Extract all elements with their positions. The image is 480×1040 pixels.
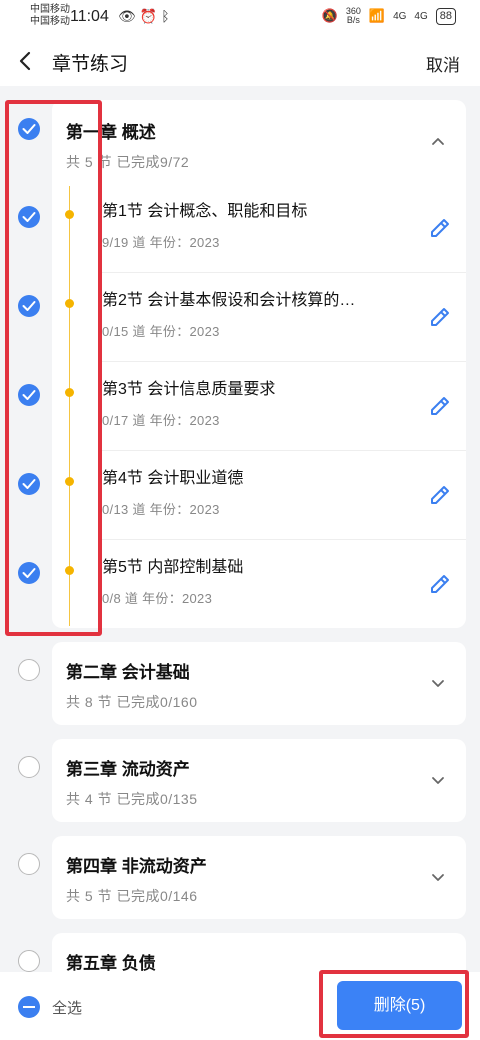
- section-row-3[interactable]: 第3节 会计信息质量要求 0/17 道 年份：2023: [52, 362, 466, 451]
- section-row-4[interactable]: 第4节 会计职业道德 0/13 道 年份：2023: [52, 451, 466, 540]
- section-title: 第1节 会计概念、职能和目标: [102, 203, 308, 220]
- section-meta: 9/19 道 年份：2023: [102, 235, 220, 250]
- select-all-icon[interactable]: [18, 996, 40, 1018]
- chapter-list: 第一章 概述 共 5 节 已完成9/72 第1节 会计概念、职能和目标 9/19…: [0, 86, 480, 972]
- carrier-2: 中国移动: [30, 16, 70, 27]
- chapter-title: 第二章 会计基础: [66, 663, 190, 682]
- page-title: 章节练习: [52, 54, 129, 75]
- signal-1: 4G: [393, 10, 407, 22]
- status-right: 🔕 360 B/s 📶 4G 4G 88: [322, 7, 456, 25]
- status-time: 11:04: [70, 8, 109, 25]
- chapter-checkbox-5[interactable]: [18, 950, 40, 972]
- highlight-annotation: [5, 100, 102, 636]
- chapter-checkbox-2[interactable]: [18, 659, 40, 681]
- carrier-1: 中国移动: [30, 4, 70, 15]
- network-speed: 360 B/s: [346, 7, 361, 25]
- chapter-title: 第四章 非流动资产: [66, 857, 207, 876]
- chapter-card-5[interactable]: 第五章 负债: [52, 933, 466, 972]
- back-arrow-icon[interactable]: [14, 49, 38, 73]
- section-title: 第5节 内部控制基础: [102, 559, 244, 576]
- mute-icon: 🔕: [321, 8, 338, 23]
- eye-icon: 👁: [118, 8, 140, 24]
- cancel-button[interactable]: 取消: [426, 51, 460, 76]
- section-row-1[interactable]: 第1节 会计概念、职能和目标 9/19 道 年份：2023: [52, 184, 466, 273]
- highlight-annotation-delete: [319, 970, 469, 1038]
- alarm-icon: ⏰: [139, 8, 162, 24]
- section-meta: 0/15 道 年份：2023: [102, 324, 220, 339]
- carrier-labels: 中国移动 中国移动: [30, 4, 70, 28]
- bluetooth-icon: ᛒ: [161, 8, 174, 24]
- section-row-2[interactable]: 第2节 会计基本假设和会计核算的… 0/15 道 年份：2023: [52, 273, 466, 362]
- section-title: 第4节 会计职业道德: [102, 470, 244, 487]
- chevron-up-icon[interactable]: [430, 134, 446, 150]
- battery-icon: 88: [435, 7, 456, 25]
- section-meta: 0/13 道 年份：2023: [102, 502, 220, 517]
- chapter-checkbox-4[interactable]: [18, 853, 40, 875]
- chapter-title: 第五章 负债: [66, 954, 156, 972]
- pencil-icon[interactable]: [428, 216, 452, 240]
- chapter-meta: 共 4 节 已完成0/135: [66, 791, 198, 807]
- section-meta: 0/17 道 年份：2023: [102, 413, 220, 428]
- chevron-down-icon[interactable]: [430, 675, 446, 691]
- status-bar: 中国移动 中国移动 11:04 👁⏰ᛒ 🔕 360 B/s 📶 4G 4G 88: [0, 0, 480, 36]
- section-title: 第3节 会计信息质量要求: [102, 381, 276, 398]
- chapter-meta: 共 5 节 已完成0/146: [66, 888, 198, 904]
- select-all-label[interactable]: 全选: [52, 997, 82, 1018]
- chevron-down-icon[interactable]: [430, 772, 446, 788]
- chapter-title: 第三章 流动资产: [66, 760, 190, 779]
- header: 章节练习 取消: [0, 36, 480, 86]
- signal-2: 4G: [414, 10, 428, 22]
- pencil-icon[interactable]: [428, 483, 452, 507]
- pencil-icon[interactable]: [428, 394, 452, 418]
- pencil-icon[interactable]: [428, 572, 452, 596]
- chapter-card-4[interactable]: 第四章 非流动资产 共 5 节 已完成0/146: [52, 836, 466, 919]
- section-row-5[interactable]: 第5节 内部控制基础 0/8 道 年份：2023: [52, 540, 466, 629]
- wifi-icon: 📶: [368, 8, 386, 23]
- chevron-down-icon[interactable]: [430, 869, 446, 885]
- pencil-icon[interactable]: [428, 305, 452, 329]
- chapter-meta: 共 8 节 已完成0/160: [66, 694, 198, 710]
- chapter-card-2[interactable]: 第二章 会计基础 共 8 节 已完成0/160: [52, 642, 466, 725]
- chapter-checkbox-3[interactable]: [18, 756, 40, 778]
- status-icons: 👁⏰ᛒ: [118, 8, 174, 25]
- speed-unit: B/s: [346, 15, 360, 25]
- section-title: 第2节 会计基本假设和会计核算的…: [102, 292, 356, 309]
- chapter-card-3[interactable]: 第三章 流动资产 共 4 节 已完成0/135: [52, 739, 466, 822]
- section-meta: 0/8 道 年份：2023: [102, 591, 213, 606]
